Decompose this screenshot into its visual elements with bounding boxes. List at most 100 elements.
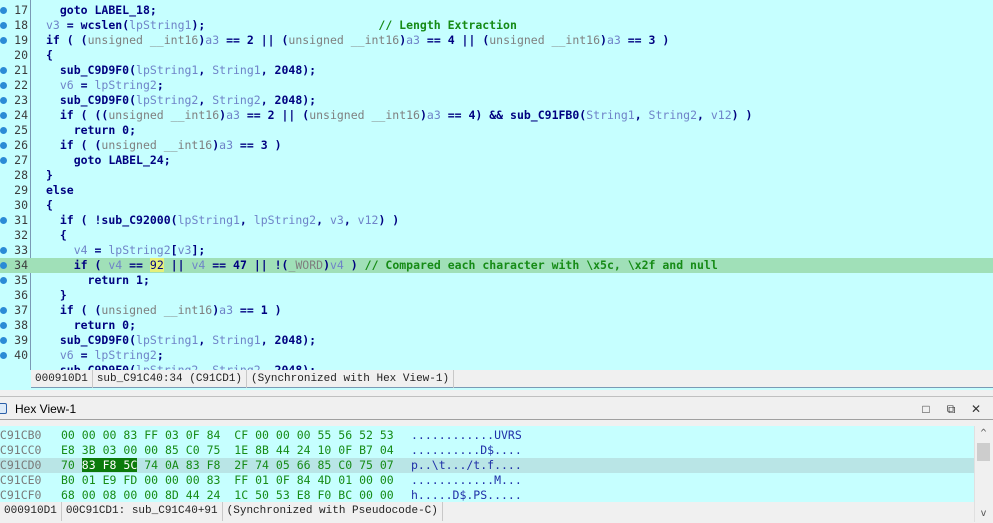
hex-byte[interactable]: 85 (165, 443, 179, 457)
hex-byte[interactable]: E8 (61, 443, 75, 457)
code-line[interactable]: 27 goto LABEL_24; (0, 153, 993, 168)
hex-byte[interactable]: 74 (255, 458, 269, 472)
hex-byte[interactable]: 00 (297, 428, 311, 442)
code-line[interactable]: 32 { (0, 228, 993, 243)
code-text[interactable]: if ( !sub_C92000(lpString1, lpString2, v… (46, 213, 399, 228)
code-text[interactable]: if ( (unsigned __int16)a3 == 2 || (unsig… (46, 33, 669, 48)
hex-byte[interactable]: 00 (144, 488, 158, 502)
hex-byte[interactable]: 01 (82, 473, 96, 487)
hex-byte[interactable]: 83 (81, 458, 96, 472)
hex-byte[interactable]: 05 (276, 458, 290, 472)
hex-byte[interactable]: 53 (276, 488, 290, 502)
hex-byte[interactable]: 0F (338, 443, 352, 457)
code-text[interactable]: else (46, 183, 74, 198)
code-text[interactable]: sub_C9D9F0(lpString2, String2, 2048); (46, 93, 316, 108)
hex-byte[interactable]: B7 (359, 443, 373, 457)
code-text[interactable]: { (46, 48, 53, 63)
scroll-down-icon[interactable]: v (975, 506, 992, 522)
hex-byte[interactable]: 8D (165, 488, 179, 502)
hex-byte[interactable]: 83 (123, 428, 137, 442)
hex-byte[interactable]: 85 (317, 458, 331, 472)
code-line[interactable]: 35 return 1; (0, 273, 993, 288)
code-line[interactable]: 20 { (0, 48, 993, 63)
code-line[interactable]: 40 v6 = lpString2; (0, 348, 993, 363)
code-text[interactable]: if ( (unsigned __int16)a3 == 3 ) (46, 138, 282, 153)
hex-bytes[interactable]: 68 00 08 00 00 8D 44 24 1C 50 53 E8 F0 B… (61, 488, 394, 502)
hex-ascii[interactable]: p..\t.../t.f.... (411, 458, 522, 473)
code-text[interactable]: v4 = lpString2[v3]; (46, 243, 206, 258)
hex-view-scrollbar[interactable]: ^ v (974, 426, 991, 522)
hex-byte[interactable]: 04 (380, 443, 394, 457)
pseudocode-view[interactable]: 17 goto LABEL_18; 18 v3 = wcslen(lpString1… (0, 0, 993, 390)
hex-row[interactable]: 0C91CB0 00 00 00 83 FF 03 0F 84 CF 00 00 … (0, 428, 974, 443)
hex-byte[interactable]: BC (338, 488, 352, 502)
hex-byte[interactable]: 83 (186, 458, 200, 472)
hex-byte[interactable]: 2F (234, 458, 248, 472)
hex-byte[interactable]: CF (234, 428, 248, 442)
hex-byte[interactable]: FF (144, 428, 158, 442)
hex-byte[interactable]: 10 (317, 443, 331, 457)
hex-byte[interactable]: FF (234, 473, 248, 487)
hex-byte[interactable]: 03 (165, 428, 179, 442)
code-text[interactable]: return 0; (46, 318, 136, 333)
hex-byte[interactable]: 00 (276, 428, 290, 442)
hex-byte[interactable]: F0 (317, 488, 331, 502)
hex-byte[interactable]: 00 (165, 473, 179, 487)
hex-byte[interactable]: 24 (297, 443, 311, 457)
hex-byte[interactable]: 84 (297, 473, 311, 487)
hex-byte[interactable]: E8 (297, 488, 311, 502)
hex-byte[interactable]: 00 (359, 473, 373, 487)
code-text[interactable]: goto LABEL_24; (46, 153, 171, 168)
code-text[interactable]: sub_C9D9F0(lpString1, String1, 2048); (46, 63, 316, 78)
hex-byte[interactable]: 84 (207, 428, 221, 442)
hex-row[interactable]: 0C91CE0 B0 01 E9 FD 00 00 00 83 FF 01 0F … (0, 473, 974, 488)
code-line[interactable]: 34 if ( v4 == 92 || v4 == 47 || !(_WORD)… (0, 258, 993, 273)
hex-byte[interactable]: 1C (234, 488, 248, 502)
code-line[interactable]: 24 if ( ((unsigned __int16)a3 == 2 || (u… (0, 108, 993, 123)
code-line[interactable]: 38 return 0; (0, 318, 993, 333)
hex-byte[interactable]: 00 (144, 473, 158, 487)
code-text[interactable]: } (46, 168, 53, 183)
hex-byte[interactable]: 00 (359, 488, 373, 502)
code-text[interactable]: if ( ((unsigned __int16)a3 == 2 || (unsi… (46, 108, 753, 123)
hex-byte[interactable]: 00 (144, 443, 158, 457)
code-text[interactable]: if ( v4 == 92 || v4 == 47 || !(_WORD)v4 … (46, 258, 718, 273)
hex-byte[interactable]: 0F (276, 473, 290, 487)
code-text[interactable]: return 0; (46, 123, 136, 138)
restore-icon[interactable]: ⧉ (941, 397, 961, 421)
code-line[interactable]: 30 { (0, 198, 993, 213)
hex-byte[interactable]: FD (123, 473, 137, 487)
hex-byte[interactable]: 8B (255, 443, 269, 457)
code-line[interactable]: 39 sub_C9D9F0(lpString1, String1, 2048); (0, 333, 993, 348)
hex-byte[interactable]: C0 (338, 458, 352, 472)
hex-byte[interactable]: 24 (207, 488, 221, 502)
code-line[interactable]: 25 return 0; (0, 123, 993, 138)
hex-byte[interactable]: 44 (276, 443, 290, 457)
hex-byte[interactable]: 44 (186, 488, 200, 502)
code-line[interactable]: 18 v3 = wcslen(lpString1); // Length Extr… (0, 18, 993, 33)
code-text[interactable]: return 1; (46, 273, 150, 288)
hex-byte[interactable]: 50 (255, 488, 269, 502)
code-line[interactable]: 31 if ( !sub_C92000(lpString1, lpString2… (0, 213, 993, 228)
hex-ascii[interactable]: ............M... (411, 473, 522, 488)
hex-byte[interactable]: 07 (380, 458, 394, 472)
code-line[interactable]: 28} (0, 168, 993, 183)
hex-row[interactable]: 0C91CF0 68 00 08 00 00 8D 44 24 1C 50 53 … (0, 488, 974, 502)
hex-byte[interactable]: 03 (103, 443, 117, 457)
hex-byte[interactable]: 00 (123, 443, 137, 457)
hex-byte[interactable]: 00 (82, 428, 96, 442)
hex-byte[interactable]: 00 (61, 428, 75, 442)
code-text[interactable]: goto LABEL_18; (46, 3, 157, 18)
hex-byte[interactable]: F8 (102, 458, 117, 472)
hex-byte[interactable]: 5C (123, 458, 138, 472)
hex-byte[interactable]: 0A (165, 458, 179, 472)
hex-byte[interactable]: 00 (123, 488, 137, 502)
hex-byte[interactable]: 70 (61, 458, 75, 472)
code-line[interactable]: 17 goto LABEL_18; (0, 3, 993, 18)
scroll-thumb[interactable] (977, 443, 990, 461)
code-line[interactable]: 19 if ( (unsigned __int16)a3 == 2 || (uns… (0, 33, 993, 48)
hex-byte[interactable]: 00 (103, 428, 117, 442)
hex-byte[interactable]: 56 (338, 428, 352, 442)
code-line[interactable]: 26 if ( (unsigned __int16)a3 == 3 ) (0, 138, 993, 153)
hex-byte[interactable]: 4D (317, 473, 331, 487)
